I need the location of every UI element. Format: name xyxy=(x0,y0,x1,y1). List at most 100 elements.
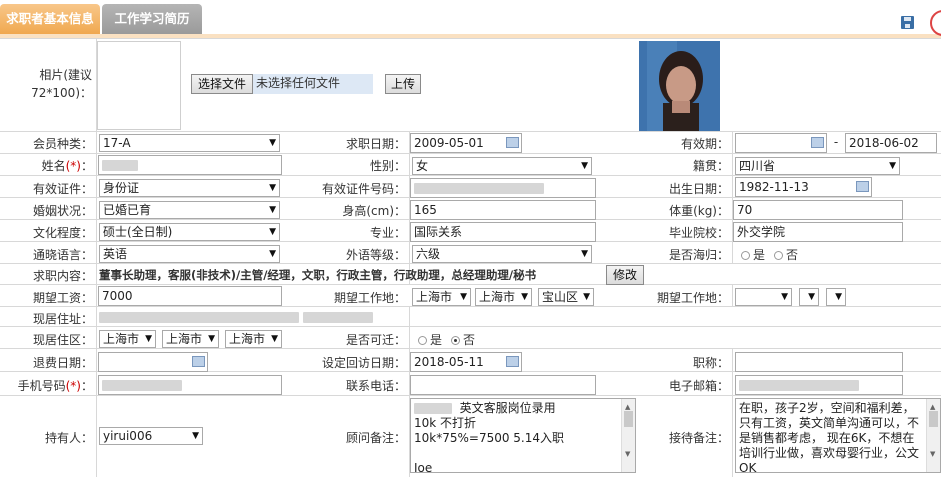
radio-button-selected[interactable] xyxy=(451,336,460,345)
relocate-no-option[interactable]: 否 xyxy=(451,331,475,348)
choose-file-button[interactable]: 选择文件 xyxy=(191,74,253,94)
calendar-icon[interactable] xyxy=(811,137,824,148)
email-label: 电子邮箱： xyxy=(668,379,729,393)
mobile-label-text: 手机号码 xyxy=(17,379,66,393)
required-mark: (*) xyxy=(65,159,81,173)
height-value: 165 xyxy=(414,203,437,217)
wp2-value: 上海市 xyxy=(479,290,516,304)
workplace2-district-select[interactable]: ▼ xyxy=(826,288,846,306)
address-value xyxy=(99,310,373,324)
advisor-line-2: 10k 不打折 xyxy=(414,416,477,430)
scrollbar[interactable] xyxy=(926,399,940,472)
overseas-no-option[interactable]: 否 xyxy=(774,246,798,263)
native-select[interactable]: 四川省 ▼ xyxy=(735,157,900,175)
overseas-yes-option[interactable]: 是 xyxy=(741,246,765,263)
apply-date-input[interactable]: 2009-05-01 xyxy=(410,133,522,153)
radio-button[interactable] xyxy=(741,251,750,260)
close-icon[interactable] xyxy=(930,10,941,36)
lang-select[interactable]: 英语 ▼ xyxy=(99,245,280,263)
holder-select[interactable]: yirui006 ▼ xyxy=(99,427,203,445)
area-province-select[interactable]: 上海市 ▼ xyxy=(99,330,156,348)
chevron-down-icon: ▼ xyxy=(581,161,588,171)
salary-value: 7000 xyxy=(102,289,133,303)
upload-button[interactable]: 上传 xyxy=(385,74,421,94)
radio-button[interactable] xyxy=(774,251,783,260)
school-input[interactable]: 外交学院 xyxy=(733,222,903,242)
title-label: 职称： xyxy=(692,356,729,370)
relocate-yes-option[interactable]: 是 xyxy=(418,331,442,348)
native-label: 籍贯： xyxy=(692,159,729,173)
scrollbar-thumb[interactable] xyxy=(929,411,938,427)
calendar-icon[interactable] xyxy=(192,356,205,367)
idtype-select[interactable]: 身份证 ▼ xyxy=(99,179,280,197)
chevron-down-icon: ▼ xyxy=(835,292,842,302)
advisor-notes-textarea[interactable]: 英文客服岗位录用 10k 不打折 10k*75%=7500 5.14入职 Joe xyxy=(410,398,636,473)
salary-input[interactable]: 7000 xyxy=(98,286,282,306)
valid-end-input[interactable]: 2018-06-02 xyxy=(845,133,937,153)
major-label: 专业： xyxy=(369,226,406,240)
applicant-photo xyxy=(639,41,720,131)
chevron-down-icon: ▼ xyxy=(269,205,276,215)
redacted-idno xyxy=(414,183,544,194)
redacted-email xyxy=(739,380,859,391)
valid-start-input[interactable] xyxy=(735,133,827,153)
modify-button[interactable]: 修改 xyxy=(606,265,644,285)
area-city-select[interactable]: 上海市 ▼ xyxy=(162,330,219,348)
major-value: 国际关系 xyxy=(414,225,463,239)
workplace2-province-select[interactable]: ▼ xyxy=(735,288,792,306)
advisor-line: 英文客服岗位录用 xyxy=(414,401,619,416)
radio-button[interactable] xyxy=(418,336,427,345)
overseas-no-text: 否 xyxy=(786,248,799,262)
workplace2-city-select[interactable]: ▼ xyxy=(799,288,819,306)
tab-resume[interactable]: 工作学习简历 xyxy=(102,4,202,34)
calendar-icon[interactable] xyxy=(856,181,869,192)
refund-date-input[interactable] xyxy=(98,352,208,372)
tab-basic-info[interactable]: 求职者基本信息 xyxy=(0,4,100,34)
area2-value: 上海市 xyxy=(166,332,203,346)
weight-input[interactable]: 70 xyxy=(733,200,903,220)
workplace-province-select[interactable]: 上海市 ▼ xyxy=(412,288,471,306)
photo-preview-box xyxy=(97,41,181,130)
marital-select[interactable]: 已婚已育 ▼ xyxy=(99,201,280,219)
chevron-down-icon: ▼ xyxy=(583,292,590,302)
wp1-value: 上海市 xyxy=(416,290,453,304)
reception-notes-textarea[interactable]: 在职，孩子2岁，空间和福利差，只有工资，英文简单沟通可以，不是销售都考虑， 现在… xyxy=(735,398,941,473)
email-input[interactable] xyxy=(735,375,903,395)
chevron-down-icon: ▼ xyxy=(208,334,215,344)
birth-label: 出生日期： xyxy=(668,182,729,196)
job-content: 董事长助理，客服(非技术)/主管/经理，文职，行政主管，行政助理，总经理助理/秘… xyxy=(99,268,537,282)
relocate-label: 是否可迁： xyxy=(345,333,406,347)
scrollbar-thumb[interactable] xyxy=(624,411,633,427)
gender-select[interactable]: 女 ▼ xyxy=(412,157,592,175)
school-value: 外交学院 xyxy=(737,225,786,239)
area1-value: 上海市 xyxy=(103,332,140,346)
mobile-input[interactable] xyxy=(98,375,282,395)
name-label-text: 姓名 xyxy=(41,159,66,173)
calendar-icon[interactable] xyxy=(506,356,519,367)
name-input[interactable] xyxy=(98,155,282,175)
photo-label: 相片(建议72*100)： xyxy=(31,68,92,100)
weight-label: 体重(kg)： xyxy=(669,204,729,218)
area-district-select[interactable]: 上海市 ▼ xyxy=(225,330,282,348)
revisit-date-input[interactable]: 2018-05-11 xyxy=(410,352,522,372)
major-input[interactable]: 国际关系 xyxy=(410,222,596,242)
member-type-select[interactable]: 17-A ▼ xyxy=(99,134,280,152)
native-value: 四川省 xyxy=(739,159,776,173)
chevron-down-icon: ▼ xyxy=(808,292,815,302)
title-input[interactable] xyxy=(735,352,903,372)
phone-input[interactable] xyxy=(410,375,596,395)
langlevel-label: 外语等级： xyxy=(345,248,406,262)
tab-bar: 求职者基本信息 工作学习简历 xyxy=(0,0,941,38)
langlevel-select[interactable]: 六级 ▼ xyxy=(412,245,592,263)
workplace-city-select[interactable]: 上海市 ▼ xyxy=(475,288,532,306)
advisor-line-3: 10k*75%=7500 5.14入职 xyxy=(414,431,565,445)
height-input[interactable]: 165 xyxy=(410,200,596,220)
save-icon[interactable] xyxy=(901,16,914,29)
redacted-name xyxy=(414,403,452,414)
birth-input[interactable]: 1982-11-13 xyxy=(735,177,872,197)
calendar-icon[interactable] xyxy=(506,137,519,148)
edu-select[interactable]: 硕士(全日制) ▼ xyxy=(99,223,280,241)
idno-input[interactable] xyxy=(410,178,596,198)
area3-value: 上海市 xyxy=(229,332,266,346)
workplace-district-select[interactable]: 宝山区 ▼ xyxy=(538,288,594,306)
